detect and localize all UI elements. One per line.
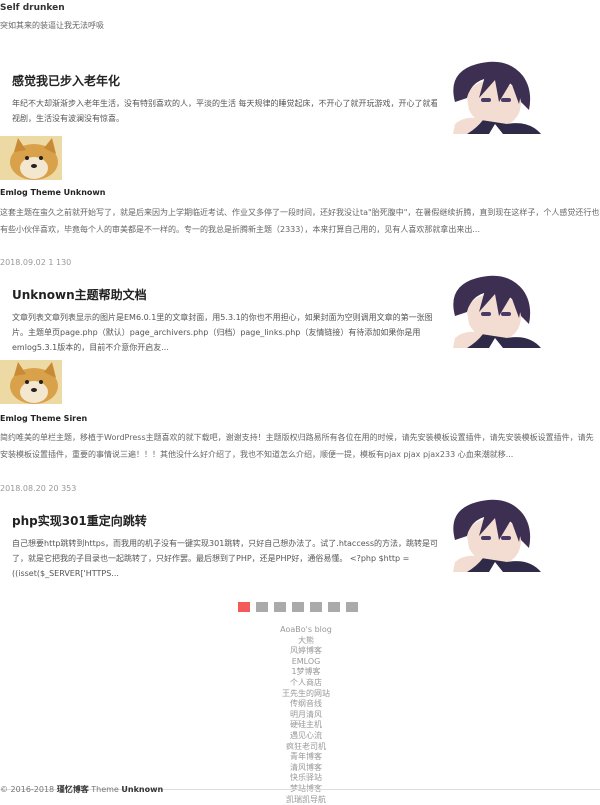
site-description: 突如其来的装逼让我无法呼吸: [0, 20, 104, 31]
friend-link[interactable]: 风婷博客: [0, 646, 600, 657]
post-thumbnail[interactable]: [437, 58, 553, 134]
page-button-3[interactable]: [274, 602, 286, 612]
friend-link[interactable]: AoaBo's blog: [0, 625, 600, 636]
post-entry[interactable]: Emlog Theme Unknown 这套主题在蛮久之前就开始写了，就是后来因…: [0, 136, 600, 270]
post-meta: 2018.09.02 1 130: [0, 258, 71, 267]
post-title[interactable]: Unknown主题帮助文档: [12, 286, 147, 303]
footer-theme-label: Theme: [89, 785, 122, 794]
friend-link[interactable]: 王先生的网站: [0, 689, 600, 700]
post-excerpt: 自己想要http跳转到https，而我用的机子没有一键实现301跳转，只好自己想…: [12, 536, 448, 581]
friend-link[interactable]: 青年博客: [0, 752, 600, 763]
footer-brand[interactable]: 瑾忆博客: [57, 785, 89, 794]
friend-link[interactable]: 传纲音线: [0, 699, 600, 710]
friend-link[interactable]: 疯狂老司机: [0, 742, 600, 753]
doge-avatar: [0, 360, 62, 404]
friend-link[interactable]: EMLOG: [0, 657, 600, 668]
post-excerpt: 文章列表文章列表显示的图片是EM6.0.1里的文章封面，用5.3.1的你也不用担…: [12, 310, 448, 355]
footer-theme-name[interactable]: Unknown: [121, 785, 163, 794]
page-button-7[interactable]: [346, 602, 358, 612]
post-excerpt: 这套主题在蛮久之前就开始写了，就是后来因为上学期临近考试、作业又多停了一段时间，…: [0, 204, 600, 238]
post-title[interactable]: 感觉我已步入老年化: [12, 72, 120, 89]
page-button-4[interactable]: [292, 602, 304, 612]
post-thumbnail[interactable]: [437, 496, 553, 572]
friend-link[interactable]: 明月清风: [0, 710, 600, 721]
page-button-1[interactable]: [238, 602, 250, 612]
post-thumbnail[interactable]: [437, 272, 553, 348]
doge-avatar: [0, 136, 62, 180]
post-title[interactable]: php实现301重定向跳转: [12, 512, 147, 529]
friend-links: AoaBo's blog大熊风婷博客EMLOG1梦博客个人商店王先生的网站传纲音…: [0, 625, 600, 805]
page-button-2[interactable]: [256, 602, 268, 612]
friend-link[interactable]: 清风博客: [0, 763, 600, 774]
post-entry[interactable]: Emlog Theme Siren 简约唯美的单栏主题，移植于WordPress…: [0, 360, 600, 496]
post-meta: 2018.08.20 20 353: [0, 484, 76, 493]
post-title[interactable]: Emlog Theme Siren: [0, 414, 87, 423]
feature-post[interactable]: Unknown主题帮助文档 文章列表文章列表显示的图片是EM6.0.1里的文章封…: [0, 272, 600, 372]
pagination: [238, 602, 358, 612]
post-title[interactable]: Emlog Theme Unknown: [0, 188, 105, 197]
site-header: Self drunken 突如其来的装逼让我无法呼吸: [0, 0, 600, 40]
friend-link[interactable]: 硬硅主机: [0, 720, 600, 731]
footer-copyright: © 2016-2018: [0, 785, 57, 794]
post-excerpt: 年纪不大却渐渐步入老年生活，没有特别喜欢的人，平淡的生活 每天规律的睡觉起床，不…: [12, 96, 448, 126]
friend-link[interactable]: 快乐驿站: [0, 773, 600, 784]
friend-link[interactable]: 个人商店: [0, 678, 600, 689]
friend-link[interactable]: 遇见心流: [0, 731, 600, 742]
friend-link[interactable]: 1梦博客: [0, 667, 600, 678]
page-button-5[interactable]: [310, 602, 322, 612]
page-button-6[interactable]: [328, 602, 340, 612]
post-excerpt: 简约唯美的单栏主题，移植于WordPress主题喜欢的就下载吧，谢谢支持！主题版…: [0, 429, 600, 463]
feature-post[interactable]: php实现301重定向跳转 自己想要http跳转到https，而我用的机子没有一…: [0, 496, 600, 596]
footer: © 2016-2018 瑾忆博客 Theme Unknown: [0, 784, 163, 795]
friend-link[interactable]: 大熊: [0, 636, 600, 647]
site-title[interactable]: Self drunken: [0, 3, 65, 13]
